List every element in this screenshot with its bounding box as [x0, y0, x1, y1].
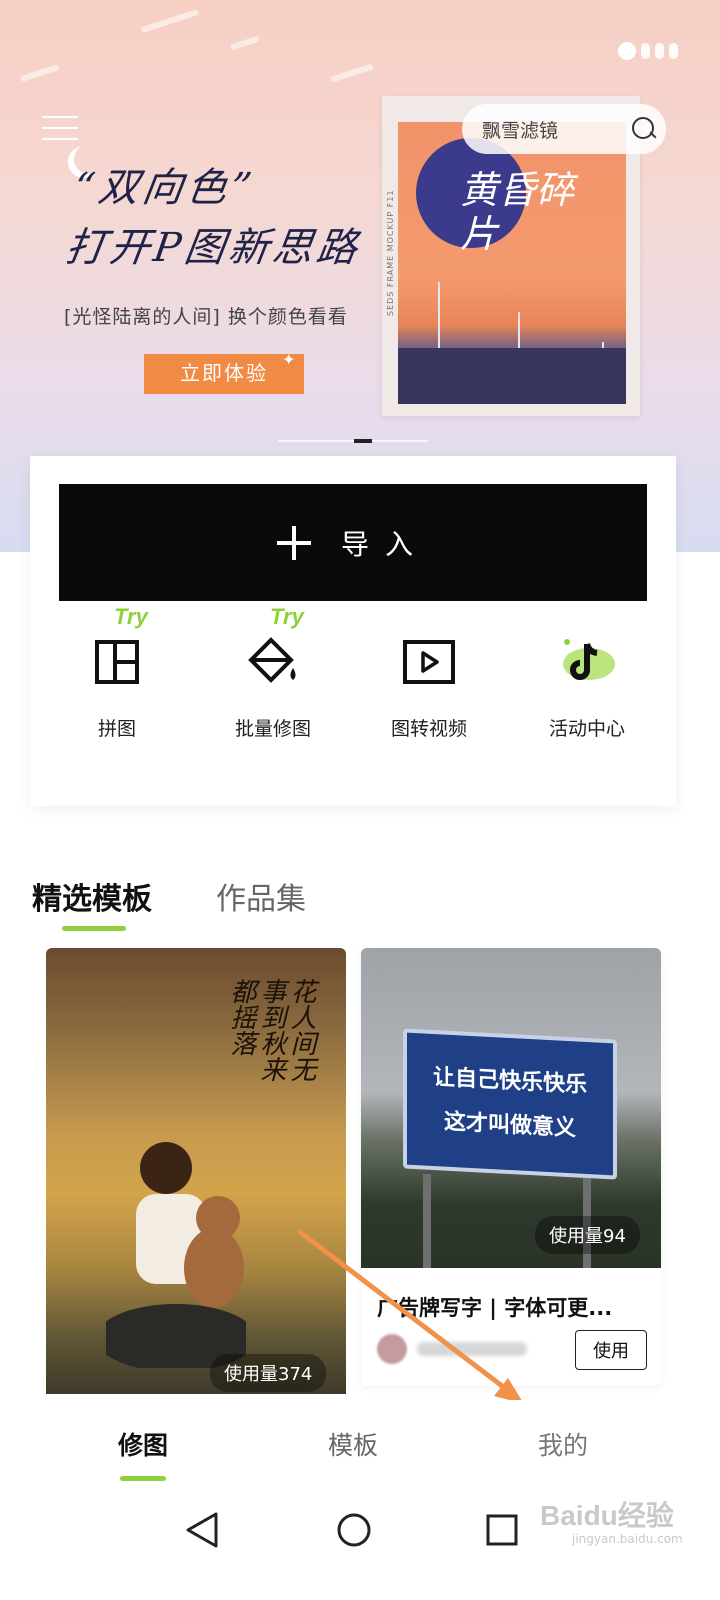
poster-photo: 黄昏碎片	[398, 122, 626, 404]
sign-post	[423, 1174, 431, 1268]
home-icon[interactable]	[334, 1510, 374, 1550]
import-label: 导入	[340, 527, 429, 561]
search-placeholder: 飘雪滤镜	[482, 119, 559, 142]
decor-speck	[229, 35, 261, 51]
nav-edit[interactable]: 修图	[118, 1426, 168, 1462]
active-tab-indicator	[62, 926, 126, 931]
try-badge: Try	[114, 604, 148, 629]
tool-label: 拼图	[97, 718, 136, 740]
tool-label: 图转视频	[390, 718, 467, 740]
grid-layout-icon	[87, 632, 147, 692]
tool-label: 批量修图	[234, 718, 311, 740]
template-photo: 让自己快乐快乐 这才叫做意义 使用量94	[361, 948, 661, 1268]
import-button[interactable]: 导入	[59, 484, 647, 601]
template-title: 广告牌写字 | 字体可更...	[377, 1296, 613, 1320]
banner-subline: [光怪陆离的人间] 换个颜色看看	[64, 306, 348, 328]
more-options-icon[interactable]	[618, 42, 678, 60]
poster-title: 黄昏碎片	[460, 168, 575, 256]
watermark-logo: Baidu经验	[540, 1500, 674, 1531]
tool-batch-edit[interactable]: Try 批量修图	[198, 604, 348, 741]
template-card[interactable]: 花人间无事到秋来都摇落 使用量374	[46, 948, 346, 1394]
search-icon[interactable]	[622, 107, 666, 151]
try-badge: Try	[270, 604, 304, 629]
tiktok-icon	[557, 632, 617, 692]
tool-collage[interactable]: Try 拼图	[42, 604, 192, 741]
tool-activity-center[interactable]: 活动中心	[512, 632, 662, 741]
banner-headline: “双向色” 打开P图新思路	[62, 158, 379, 278]
paint-bucket-icon	[243, 632, 303, 692]
tab-featured-templates[interactable]: 精选模板	[32, 874, 152, 918]
template-author[interactable]	[377, 1334, 527, 1364]
author-name-blurred	[417, 1342, 527, 1356]
recents-icon[interactable]	[484, 1512, 520, 1548]
tool-photo-to-video[interactable]: 图转视频	[354, 632, 504, 741]
headline-line-2: 打开P图新思路	[62, 225, 364, 271]
try-now-button[interactable]: 立即体验	[144, 354, 304, 394]
menu-icon[interactable]	[42, 116, 78, 146]
bottom-nav: 修图 模板 我的	[0, 1400, 720, 1490]
plus-icon	[276, 525, 311, 560]
usage-count-badge: 使用量374	[210, 1354, 327, 1392]
headline-line-1: “双向色”	[70, 165, 259, 211]
avatar	[377, 1334, 407, 1364]
video-play-icon	[399, 632, 459, 692]
billboard-sign: 让自己快乐快乐 这才叫做意义	[403, 1028, 617, 1180]
nav-templates[interactable]: 模板	[328, 1426, 378, 1462]
quick-actions-card: 导入 Try 拼图 Try 批量修图 图转视频 活动中心	[30, 456, 676, 806]
template-photo	[106, 1142, 246, 1368]
search-bar[interactable]: 飘雪滤镜	[462, 104, 666, 154]
decor-speck	[140, 8, 200, 34]
active-nav-indicator	[120, 1476, 166, 1481]
template-card[interactable]: 让自己快乐快乐 这才叫做意义 使用量94 广告牌写字 | 字体可更... 使用	[361, 948, 661, 1386]
carousel-indicator	[278, 439, 428, 443]
poster-side-text: SEDS FRAME MOCKUP F11	[386, 189, 395, 316]
use-template-button[interactable]: 使用	[575, 1330, 647, 1370]
template-poem-text: 花人间无事到秋来都摇落	[226, 978, 316, 1082]
tab-portfolio[interactable]: 作品集	[216, 874, 306, 918]
sparkle-icon: ✦	[282, 350, 296, 369]
decor-speck	[330, 63, 374, 83]
windmill	[438, 282, 440, 352]
back-icon[interactable]	[184, 1510, 220, 1550]
usage-count-badge: 使用量94	[535, 1216, 640, 1254]
nav-me[interactable]: 我的	[538, 1426, 588, 1462]
decor-speck	[20, 63, 60, 83]
poster-ground	[398, 348, 626, 404]
watermark-url: jingyan.baidu.com	[572, 1532, 683, 1546]
tool-label: 活动中心	[548, 718, 625, 740]
